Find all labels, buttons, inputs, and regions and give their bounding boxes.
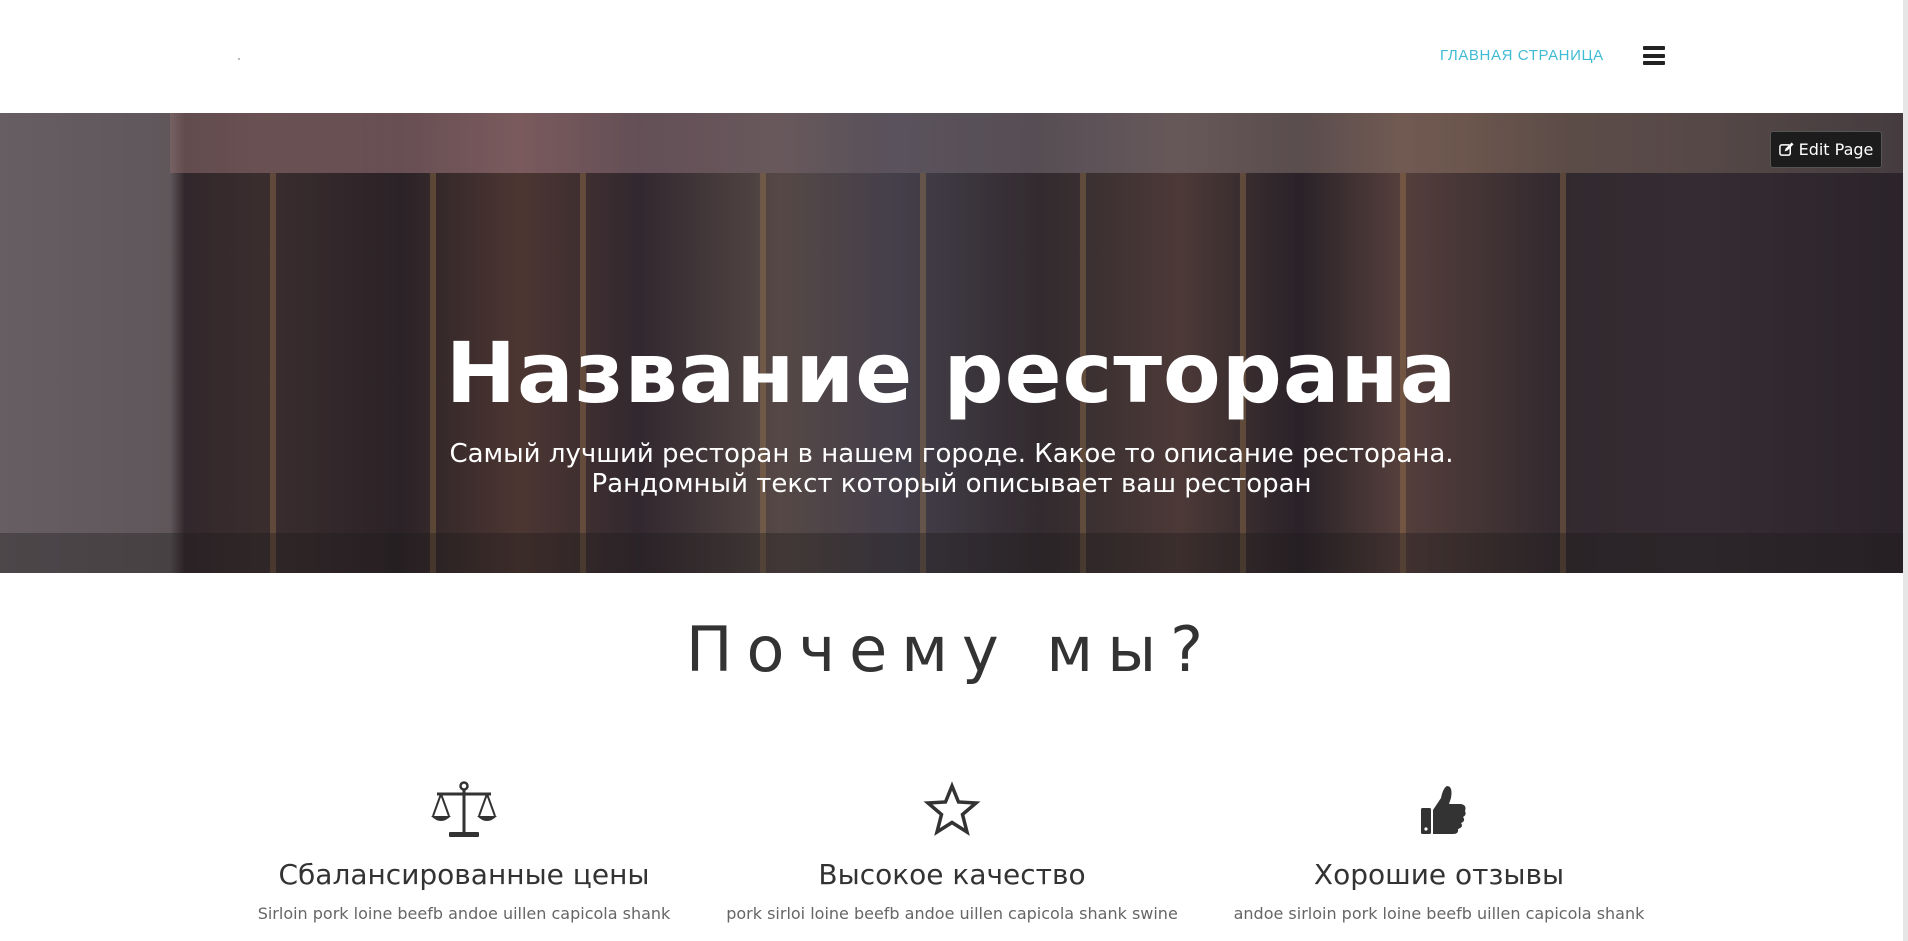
scales-icon — [431, 781, 497, 837]
page-scrollbar[interactable] — [1903, 0, 1908, 941]
feature-text: andoe sirloin pork loine beefb uillen ca… — [1233, 904, 1645, 923]
hamburger-icon[interactable] — [1643, 46, 1665, 65]
logo[interactable] — [238, 58, 240, 60]
section-title: Почему мы? — [685, 613, 1218, 686]
feature-title: Сбалансированные цены — [278, 858, 650, 891]
edit-page-label: Edit Page — [1798, 140, 1874, 159]
thumbs-up-icon — [1421, 786, 1466, 834]
hero-title: Название ресторана — [445, 324, 1458, 422]
hero-subtitle: Самый лучший ресторан в нашем городе. Ка… — [0, 439, 1903, 499]
feature-text: pork sirloi loine beefb andoe uillen cap… — [726, 904, 1178, 923]
hero-section: Название ресторана Самый лучший ресторан… — [0, 113, 1903, 573]
feature-title: Высокое качество — [818, 858, 1086, 891]
feature-card: Сбалансированные цены Sirloin pork loine… — [224, 780, 704, 923]
edit-page-button[interactable]: Edit Page — [1770, 131, 1882, 168]
hero-subtitle-line2: Рандомный текст который описывает ваш ре… — [591, 469, 1312, 499]
star-icon — [923, 781, 981, 836]
feature-text: Sirloin pork loine beefb andoe uillen ca… — [257, 904, 671, 923]
nav-link-home[interactable]: ГЛАВНАЯ СТРАНИЦА — [1440, 47, 1604, 64]
site-header: ГЛАВНАЯ СТРАНИЦА — [0, 0, 1903, 113]
page: ГЛАВНАЯ СТРАНИЦА Название ресторана Самы… — [0, 0, 1903, 941]
hero-background-band — [170, 113, 1903, 173]
edit-icon — [1778, 142, 1794, 156]
feature-card: Высокое качество pork sirloi loine beefb… — [712, 780, 1192, 923]
feature-card: Хорошие отзывы andoe sirloin pork loine … — [1199, 780, 1679, 923]
hero-subtitle-line1: Самый лучший ресторан в нашем городе. Ка… — [449, 439, 1454, 469]
feature-title: Хорошие отзывы — [1313, 858, 1565, 891]
